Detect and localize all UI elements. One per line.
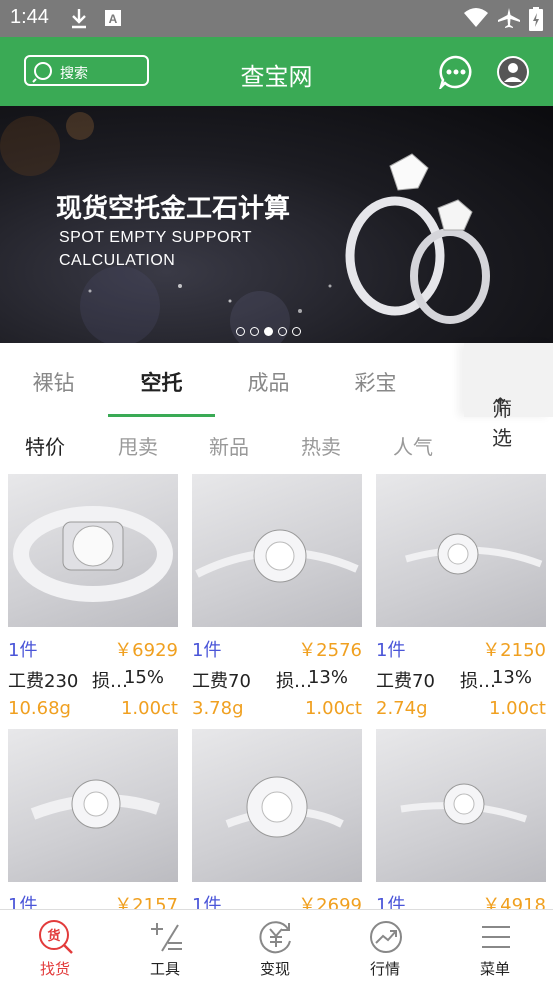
pagination-dot[interactable] — [292, 327, 301, 336]
product-qty: 1件 — [8, 895, 38, 909]
bottom-nav: 货 找货 工具 变现 行情 菜单 — [0, 909, 553, 985]
product-price: ￥6929 — [114, 640, 178, 661]
battery-icon — [529, 7, 543, 31]
product-weight: 10.68g — [8, 698, 71, 719]
product-card[interactable]: 1件 ￥2699 — [192, 723, 362, 909]
svg-text:货: 货 — [47, 928, 60, 944]
tab-finished[interactable]: 成品 — [215, 367, 322, 397]
ring-image — [405, 533, 543, 575]
product-price: ￥4918 — [482, 895, 546, 909]
product-carat: 1.00ct — [488, 698, 546, 719]
tab-colored-gem[interactable]: 彩宝 — [322, 367, 429, 397]
pagination-dot[interactable] — [236, 327, 245, 336]
product-qty: 1件 — [192, 895, 222, 909]
subtab-special-price[interactable]: 特价 — [25, 431, 65, 460]
banner-subtitle: SPOT EMPTY SUPPORT CALCULATION — [59, 226, 252, 272]
cash-out-icon — [259, 921, 291, 954]
svg-text:A: A — [109, 12, 118, 26]
product-qty: 1件 — [192, 640, 222, 661]
product-card[interactable]: 1件 ￥6929 工费230 损… 15% 10.68g 1.00ct — [8, 468, 178, 719]
nav-label: 菜单 — [479, 960, 510, 978]
banner-pagination — [236, 321, 306, 340]
nav-label: 找货 — [39, 960, 70, 978]
subtab-new[interactable]: 新品 — [209, 431, 249, 460]
sort-tabs: 特价 甩卖 新品 热卖 人气 — [0, 418, 553, 468]
product-loss-label: 损… — [460, 671, 496, 692]
ring-image — [195, 529, 359, 583]
wifi-icon — [464, 8, 488, 27]
product-loss: 15% — [123, 667, 164, 688]
airplane-icon — [498, 8, 520, 28]
product-grid: 1件 ￥6929 工费230 损… 15% 10.68g 1.00ct 1件 ￥… — [0, 468, 553, 909]
ring-image — [30, 779, 160, 829]
app-header: 搜索 查宝网 — [0, 37, 553, 106]
product-price: ￥2576 — [298, 640, 362, 661]
product-loss-label: 损… — [276, 671, 312, 692]
nav-market[interactable]: 行情 — [330, 910, 440, 985]
download-icon — [72, 9, 86, 29]
product-carat: 1.00ct — [120, 698, 178, 719]
product-loss: 13% — [307, 667, 348, 688]
tools-icon — [151, 923, 182, 952]
status-bar: 1:44 A — [0, 0, 553, 37]
nav-label: 工具 — [149, 960, 180, 978]
pagination-dot[interactable] — [250, 327, 259, 336]
nav-menu[interactable]: 菜单 — [440, 910, 550, 985]
product-labor-fee: 工费70 — [376, 671, 435, 692]
product-image[interactable] — [192, 729, 362, 882]
diamond-rings-image — [345, 153, 490, 324]
subtab-popular[interactable]: 人气 — [393, 431, 433, 460]
product-labor-fee: 工费70 — [192, 671, 251, 692]
product-card[interactable]: 1件 ￥4918 — [376, 723, 546, 909]
user-avatar-icon[interactable] — [496, 55, 530, 89]
product-carat: 1.00ct — [304, 698, 362, 719]
product-image[interactable] — [8, 474, 178, 627]
product-qty: 1件 — [376, 895, 406, 909]
product-card[interactable]: 1件 ￥2157 — [8, 723, 178, 909]
banner-subtitle-line2: CALCULATION — [59, 252, 176, 269]
font-a-icon: A — [105, 10, 121, 26]
filter-button[interactable]: ↑ 筛选 — [464, 343, 553, 450]
product-qty: 1件 — [376, 640, 406, 661]
nav-tools[interactable]: 工具 — [110, 910, 220, 985]
promo-banner[interactable]: 现货空托金工石计算 SPOT EMPTY SUPPORT CALCULATION — [0, 106, 553, 343]
product-price: ￥2150 — [482, 640, 546, 661]
category-tabs: 裸钻 空托 成品 彩宝 ↑ 筛选 — [0, 343, 553, 450]
nav-cash-out[interactable]: 变现 — [220, 910, 330, 985]
subtab-hot[interactable]: 热卖 — [301, 431, 341, 460]
product-loss-label: 损… — [92, 671, 128, 692]
nav-label: 行情 — [369, 960, 400, 978]
ring-image — [13, 506, 173, 602]
nav-find-goods[interactable]: 货 找货 — [0, 910, 110, 985]
banner-subtitle-line1: SPOT EMPTY SUPPORT — [59, 229, 253, 246]
product-image[interactable] — [376, 474, 546, 627]
product-qty: 1件 — [8, 640, 38, 661]
status-time: 1:44 — [10, 6, 49, 28]
product-card[interactable]: 1件 ￥2150 工费70 损… 13% 2.74g 1.00ct — [376, 468, 546, 719]
tab-loose-diamond[interactable]: 裸钻 — [0, 367, 107, 397]
product-image[interactable] — [8, 729, 178, 882]
product-labor-fee: 工费230 — [8, 671, 79, 692]
message-icon[interactable] — [439, 55, 473, 89]
menu-icon — [482, 926, 510, 948]
product-card[interactable]: 1件 ￥2576 工费70 损… 13% 3.78g 1.00ct — [192, 468, 362, 719]
pagination-dot[interactable] — [278, 327, 287, 336]
find-goods-icon: 货 — [39, 920, 73, 954]
active-tab-indicator — [108, 414, 215, 417]
product-price: ￥2157 — [114, 895, 178, 909]
pagination-dot-active[interactable] — [264, 327, 273, 336]
ring-image — [225, 776, 344, 838]
subtab-clearance[interactable]: 甩卖 — [118, 431, 158, 460]
product-image[interactable] — [376, 729, 546, 882]
banner-title: 现货空托金工石计算 — [56, 194, 291, 224]
product-price: ￥2699 — [298, 895, 362, 909]
product-weight: 3.78g — [192, 698, 244, 719]
product-weight: 2.74g — [376, 698, 428, 719]
product-image[interactable] — [192, 474, 362, 627]
nav-label: 变现 — [259, 960, 290, 978]
tab-empty-setting[interactable]: 空托 — [108, 367, 215, 397]
market-trend-icon — [370, 921, 402, 953]
ring-image — [400, 783, 528, 825]
product-loss: 13% — [491, 667, 532, 688]
